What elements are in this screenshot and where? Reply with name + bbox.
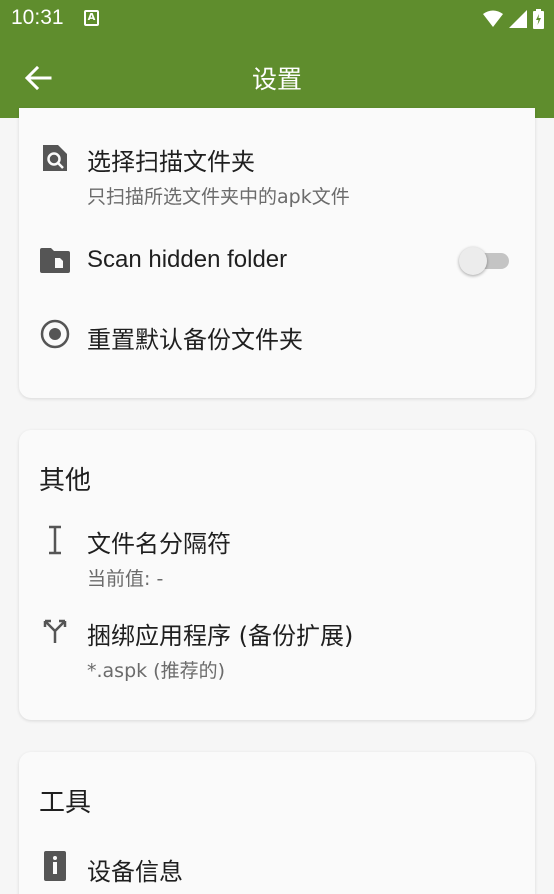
item-subtitle: 只扫描所选文件夹中的apk文件 (87, 186, 350, 208)
scan-settings-card: 选择扫描文件夹 只扫描所选文件夹中的apk文件 Scan hidden fold… (19, 108, 535, 398)
toggle-thumb (459, 247, 487, 275)
wifi-icon (483, 10, 503, 27)
status-time: 10:31 (11, 6, 64, 29)
folder-search-icon (39, 142, 71, 174)
text-cursor-icon (39, 524, 71, 556)
cell-signal-icon (509, 10, 527, 28)
item-title: 设备信息 (87, 858, 183, 886)
battery-charging-icon (533, 9, 544, 29)
section-title-tools: 工具 (39, 788, 92, 818)
page-title: 设置 (251, 65, 302, 94)
item-title: 捆绑应用程序 (备份扩展) (87, 622, 354, 650)
filename-separator-item[interactable]: 文件名分隔符 当前值: - (19, 522, 535, 602)
item-title: 文件名分隔符 (87, 530, 231, 558)
hidden-folder-icon (39, 244, 71, 276)
device-info-icon (39, 850, 71, 882)
scan-hidden-toggle[interactable] (459, 247, 509, 275)
tools-card: 工具 设备信息 (19, 752, 535, 894)
select-scan-folder-item[interactable]: 选择扫描文件夹 只扫描所选文件夹中的apk文件 (19, 138, 535, 218)
item-title: Scan hidden folder (87, 246, 288, 273)
other-settings-card: 其他 文件名分隔符 当前值: - 捆绑应用程序 (备份扩展) *.aspk (推… (19, 430, 535, 720)
device-info-item[interactable]: 设备信息 (19, 848, 535, 894)
item-title: 重置默认备份文件夹 (87, 326, 303, 354)
a-notification-icon: A (84, 10, 99, 26)
app-bar: 设置 (0, 38, 554, 118)
section-title-other: 其他 (39, 466, 92, 496)
bundle-apps-item[interactable]: 捆绑应用程序 (备份扩展) *.aspk (推荐的) (19, 614, 535, 694)
status-bar: 10:31 A (0, 0, 554, 38)
item-subtitle: 当前值: - (87, 568, 164, 590)
system-icons (483, 9, 544, 29)
reset-backup-folder-item[interactable]: 重置默认备份文件夹 (19, 316, 535, 366)
item-subtitle: *.aspk (推荐的) (87, 660, 226, 682)
radio-target-icon (39, 318, 71, 350)
merge-arrows-icon (39, 614, 71, 646)
scan-hidden-folder-item[interactable]: Scan hidden folder (19, 242, 535, 292)
item-title: 选择扫描文件夹 (87, 148, 255, 176)
